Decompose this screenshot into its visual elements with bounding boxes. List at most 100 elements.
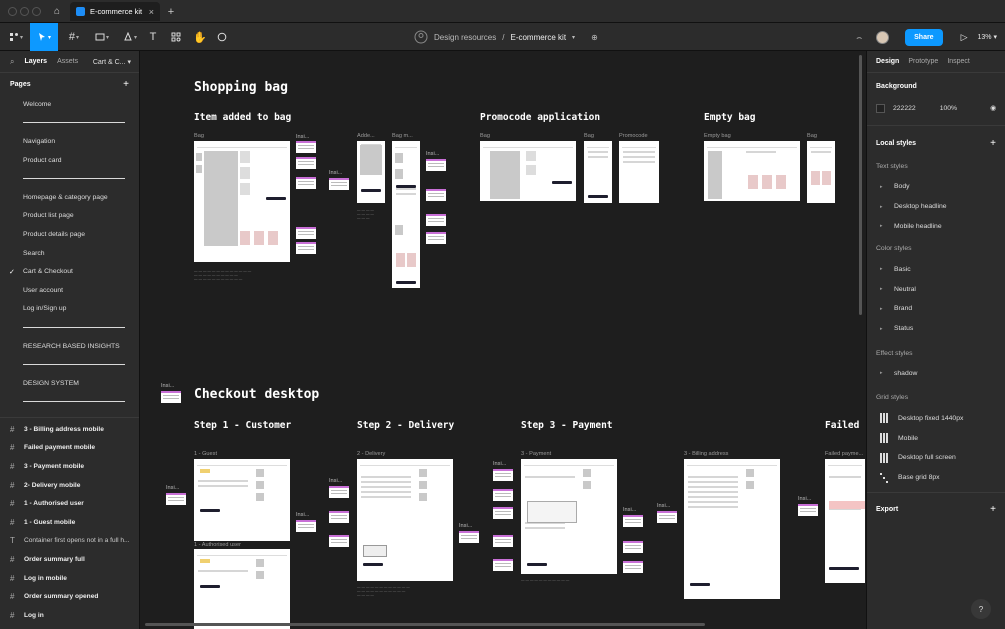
frame-payment[interactable] xyxy=(521,459,617,574)
frame-billing-address[interactable] xyxy=(684,459,780,599)
style-item[interactable]: ▸ Body xyxy=(876,177,996,197)
frame-empty-bag[interactable] xyxy=(704,141,800,201)
layer-item[interactable]: T Container first opens not in a full h..… xyxy=(0,532,139,551)
background-hex[interactable]: 222222 xyxy=(893,105,916,112)
page-item[interactable]: Navigation xyxy=(0,132,139,151)
breadcrumb-project[interactable]: Design resources xyxy=(434,33,496,42)
tab-inspect[interactable]: Inspect xyxy=(947,58,970,65)
canvas-horizontal-scrollbar[interactable] xyxy=(145,623,705,626)
insight-note[interactable] xyxy=(329,511,349,523)
move-tool-button[interactable]: ▾ xyxy=(30,23,58,51)
tab-layers[interactable]: Layers xyxy=(24,58,47,65)
style-item[interactable]: Desktop fixed 1440px xyxy=(876,408,996,428)
layer-item[interactable]: #3 - Billing address mobile xyxy=(0,420,139,439)
style-item[interactable]: Base grid 8px xyxy=(876,468,996,488)
tab-design[interactable]: Design xyxy=(876,58,899,65)
play-icon[interactable]: ▷ xyxy=(961,32,968,43)
page-item[interactable]: ✓ Cart & Checkout xyxy=(0,262,139,281)
frame-bag-promocode-mobile[interactable] xyxy=(584,141,612,203)
frame-failed-payment[interactable] xyxy=(825,459,865,583)
style-item[interactable]: ▸ Status xyxy=(876,319,996,339)
share-button[interactable]: Share xyxy=(905,28,943,46)
add-export-icon[interactable]: + xyxy=(990,504,996,515)
frame-tool-button[interactable]: # ▾ xyxy=(62,23,86,51)
help-button[interactable]: ? xyxy=(971,599,991,619)
insight-note[interactable] xyxy=(798,504,818,516)
main-menu-button[interactable]: ▾ xyxy=(4,23,28,51)
frame-promocode[interactable] xyxy=(619,141,659,203)
frame-authorised-user[interactable] xyxy=(194,549,290,629)
insight-note[interactable] xyxy=(623,515,643,527)
eye-icon[interactable]: ◉ xyxy=(990,104,996,112)
hand-tool-button[interactable]: ✋ xyxy=(190,23,210,51)
pen-tool-button[interactable]: ▾ xyxy=(118,23,142,51)
layer-item[interactable]: #1 - Authorised user xyxy=(0,494,139,513)
frame-empty-bag-mobile[interactable] xyxy=(807,141,835,203)
insight-note[interactable] xyxy=(166,493,186,505)
insight-note[interactable] xyxy=(623,541,643,553)
page-item[interactable]: Search xyxy=(0,244,139,263)
layer-item[interactable]: #1 - Guest mobile xyxy=(0,513,139,532)
layer-item[interactable]: # Failed payment mobile xyxy=(0,439,139,458)
style-item[interactable]: ▸ Basic xyxy=(876,259,996,279)
style-item[interactable]: Desktop full screen xyxy=(876,448,996,468)
style-item[interactable]: Mobile xyxy=(876,428,996,448)
frame-bag-mobile[interactable] xyxy=(392,141,420,288)
insight-note[interactable] xyxy=(493,489,513,501)
style-item[interactable]: ▸ Desktop headline xyxy=(876,197,996,217)
chevron-down-icon[interactable]: ▾ xyxy=(572,34,575,41)
insight-note[interactable] xyxy=(329,486,349,498)
page-item[interactable]: Product list page xyxy=(0,207,139,226)
add-style-icon[interactable]: + xyxy=(990,138,996,149)
zoom-level[interactable]: 13% ▾ xyxy=(978,33,997,41)
shape-tool-button[interactable]: ▾ xyxy=(90,23,114,51)
style-item[interactable]: ▸ Mobile headline xyxy=(876,217,996,237)
globe-icon[interactable]: ⊕ xyxy=(591,33,598,42)
breadcrumb-file[interactable]: E-commerce kit xyxy=(510,33,566,42)
page-item[interactable]: Homepage & category page xyxy=(0,188,139,207)
page-item[interactable]: RESEARCH BASED INSIGHTS xyxy=(0,337,139,356)
tab-prototype[interactable]: Prototype xyxy=(908,58,938,65)
insight-note[interactable] xyxy=(657,511,677,523)
layer-item[interactable]: # Order summary full xyxy=(0,550,139,569)
search-icon[interactable]: ⌕ xyxy=(10,57,14,67)
comment-tool-button[interactable] xyxy=(212,23,232,51)
insight-note[interactable] xyxy=(493,535,513,547)
insight-note[interactable] xyxy=(493,469,513,481)
background-fill-row[interactable]: 222222 100% ◉ xyxy=(876,99,996,117)
close-tab-icon[interactable]: × xyxy=(149,7,154,17)
page-item[interactable]: Product card xyxy=(0,151,139,170)
avatar[interactable] xyxy=(876,30,890,44)
insight-note[interactable] xyxy=(296,177,316,189)
insight-note[interactable] xyxy=(426,214,446,226)
window-minimize-dot[interactable] xyxy=(20,7,29,16)
insight-note[interactable] xyxy=(296,141,316,153)
page-item[interactable]: Welcome xyxy=(0,95,139,114)
layer-item[interactable]: # Order summary opened xyxy=(0,587,139,606)
page-item[interactable]: User account xyxy=(0,281,139,300)
background-swatch[interactable] xyxy=(876,103,885,113)
new-tab-button[interactable]: + xyxy=(164,2,178,21)
resources-button[interactable] xyxy=(166,23,186,51)
insight-note[interactable] xyxy=(296,242,316,254)
insight-note[interactable] xyxy=(296,157,316,169)
insight-note[interactable] xyxy=(623,561,643,573)
insight-note[interactable] xyxy=(426,232,446,244)
frame-bag-desktop[interactable] xyxy=(194,141,290,262)
window-maximize-dot[interactable] xyxy=(32,7,41,16)
insight-note[interactable] xyxy=(329,535,349,547)
style-item[interactable]: ▸ Brand xyxy=(876,299,996,319)
window-close-dot[interactable] xyxy=(8,7,17,16)
headphones-icon[interactable]: ⌢ xyxy=(856,32,862,43)
frame-guest[interactable] xyxy=(194,459,290,541)
layer-item[interactable]: #3 - Payment mobile xyxy=(0,457,139,476)
canvas-vertical-scrollbar[interactable] xyxy=(859,55,862,315)
design-canvas[interactable]: Shopping bag Item added to bag Promocode… xyxy=(141,51,865,629)
team-avatar-icon[interactable] xyxy=(414,30,428,44)
home-icon[interactable]: ⌂ xyxy=(46,2,68,21)
insight-note[interactable] xyxy=(426,159,446,171)
frame-delivery[interactable] xyxy=(357,459,453,581)
insight-note[interactable] xyxy=(493,559,513,571)
insight-note[interactable] xyxy=(459,531,479,543)
insight-note[interactable] xyxy=(296,227,316,239)
